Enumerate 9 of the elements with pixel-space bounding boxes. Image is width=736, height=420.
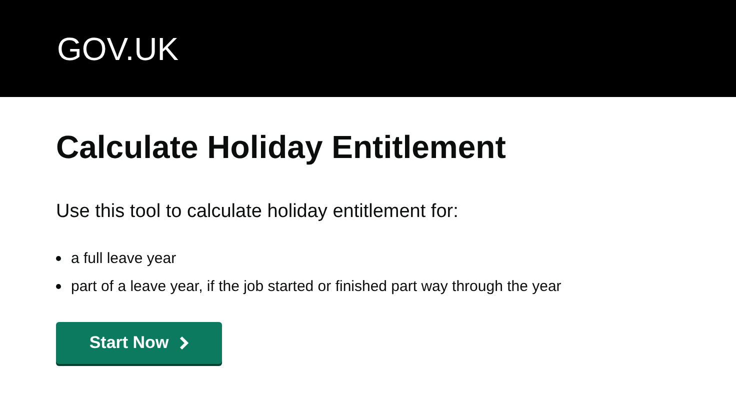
list-item: a full leave year [71,249,176,269]
list-item: part of a leave year, if the job started or finished part way through the year [71,277,562,297]
page-title: Calculate Holiday Entitlement [56,128,507,167]
bullet-icon [56,256,61,261]
chevron-right-icon [178,336,189,350]
start-button[interactable]: Start Now [56,322,222,364]
intro-text: Use this tool to calculate holiday entitlement for: [56,200,460,224]
logo[interactable]: GOV.UK [57,32,179,64]
bullet-icon [56,284,61,289]
